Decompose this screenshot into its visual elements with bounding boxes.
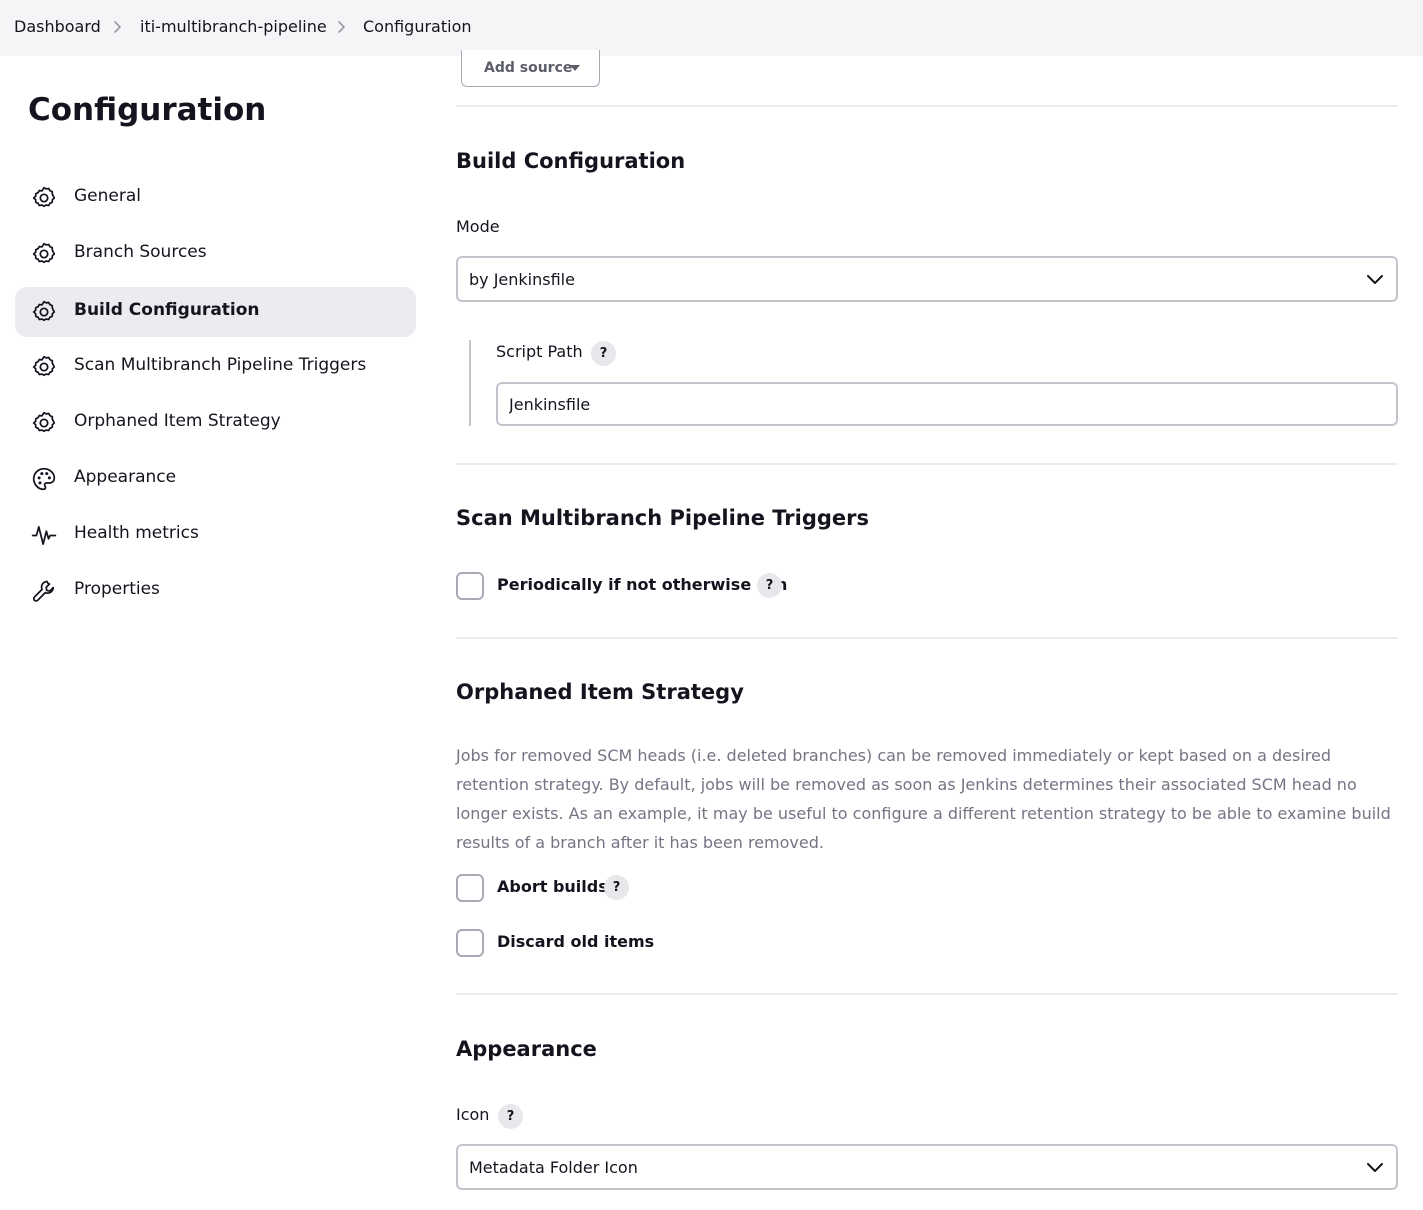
sidebar-item-orphaned-item-strategy[interactable]: Orphaned Item Strategy xyxy=(15,398,416,448)
script-path-label: Script Path xyxy=(496,342,583,361)
periodic-help-icon[interactable]: ? xyxy=(757,573,782,598)
section-divider xyxy=(456,105,1398,107)
mode-select-value: by Jenkinsfile xyxy=(469,270,575,289)
chevron-right-icon xyxy=(114,21,121,33)
abort-builds-label[interactable]: Abort builds xyxy=(497,877,608,896)
icon-select-value: Metadata Folder Icon xyxy=(469,1158,638,1177)
mode-label: Mode xyxy=(456,217,500,236)
nested-section-bar xyxy=(469,340,471,426)
periodic-checkbox[interactable] xyxy=(456,572,484,600)
page-title: Configuration xyxy=(28,92,267,128)
sidebar-item-properties[interactable]: Properties xyxy=(15,566,416,616)
gear-icon xyxy=(32,242,56,264)
sidebar-item-label: Appearance xyxy=(74,467,177,487)
wrench-icon xyxy=(33,580,55,602)
add-source-label: Add source xyxy=(484,60,573,76)
script-path-input[interactable] xyxy=(496,382,1398,426)
orphaned-item-strategy-title: Orphaned Item Strategy xyxy=(456,680,744,704)
chevron-right-icon xyxy=(338,21,345,33)
icon-label: Icon xyxy=(456,1105,490,1124)
chevron-down-icon xyxy=(1367,1163,1383,1172)
caret-down-icon xyxy=(570,65,580,71)
section-divider xyxy=(456,637,1398,639)
sidebar-item-appearance[interactable]: Appearance xyxy=(15,454,416,504)
chevron-down-icon xyxy=(1367,275,1383,284)
breadcrumb-configuration[interactable]: Configuration xyxy=(363,17,472,36)
sidebar-item-label: Properties xyxy=(74,579,160,599)
sidebar-item-label: Branch Sources xyxy=(74,242,207,262)
gear-icon xyxy=(32,300,56,322)
breadcrumb: Dashboard iti-multibranch-pipeline Confi… xyxy=(0,0,1423,56)
gear-icon xyxy=(32,411,56,433)
breadcrumb-pipeline[interactable]: iti-multibranch-pipeline xyxy=(140,17,327,36)
sidebar-item-label: Build Configuration xyxy=(74,300,260,320)
palette-icon xyxy=(32,467,56,491)
mode-select[interactable]: by Jenkinsfile xyxy=(456,256,1398,302)
breadcrumb-dashboard[interactable]: Dashboard xyxy=(14,17,101,36)
section-divider xyxy=(456,463,1398,465)
icon-help-icon[interactable]: ? xyxy=(498,1104,523,1129)
sidebar-item-branch-sources[interactable]: Branch Sources xyxy=(15,229,416,279)
discard-old-items-label[interactable]: Discard old items xyxy=(497,932,654,951)
appearance-title: Appearance xyxy=(456,1037,597,1061)
build-configuration-title: Build Configuration xyxy=(456,149,686,173)
scan-triggers-title: Scan Multibranch Pipeline Triggers xyxy=(456,506,870,530)
sidebar-item-general[interactable]: General xyxy=(15,173,416,223)
sidebar-item-label: General xyxy=(74,186,141,206)
periodic-label[interactable]: Periodically if not otherwise run xyxy=(497,575,787,594)
gear-icon xyxy=(32,355,56,377)
sidebar-item-label: Scan Multibranch Pipeline Triggers xyxy=(74,355,367,375)
section-divider xyxy=(456,993,1398,995)
sidebar-item-health-metrics[interactable]: Health metrics xyxy=(15,510,416,560)
icon-select[interactable]: Metadata Folder Icon xyxy=(456,1144,1398,1190)
abort-builds-checkbox[interactable] xyxy=(456,874,484,902)
script-path-help-icon[interactable]: ? xyxy=(591,341,616,366)
abort-builds-help-icon[interactable]: ? xyxy=(604,875,629,900)
sidebar-item-scan-triggers[interactable]: Scan Multibranch Pipeline Triggers xyxy=(15,342,416,392)
orphaned-description: Jobs for removed SCM heads (i.e. deleted… xyxy=(456,746,1391,852)
gear-icon xyxy=(32,186,56,208)
sidebar-item-label: Orphaned Item Strategy xyxy=(74,411,281,431)
discard-old-items-checkbox[interactable] xyxy=(456,929,484,957)
pulse-icon xyxy=(31,526,57,546)
sidebar-item-label: Health metrics xyxy=(74,523,199,543)
sidebar-item-build-configuration[interactable]: Build Configuration xyxy=(15,287,416,337)
add-source-button[interactable]: Add source xyxy=(461,50,600,87)
